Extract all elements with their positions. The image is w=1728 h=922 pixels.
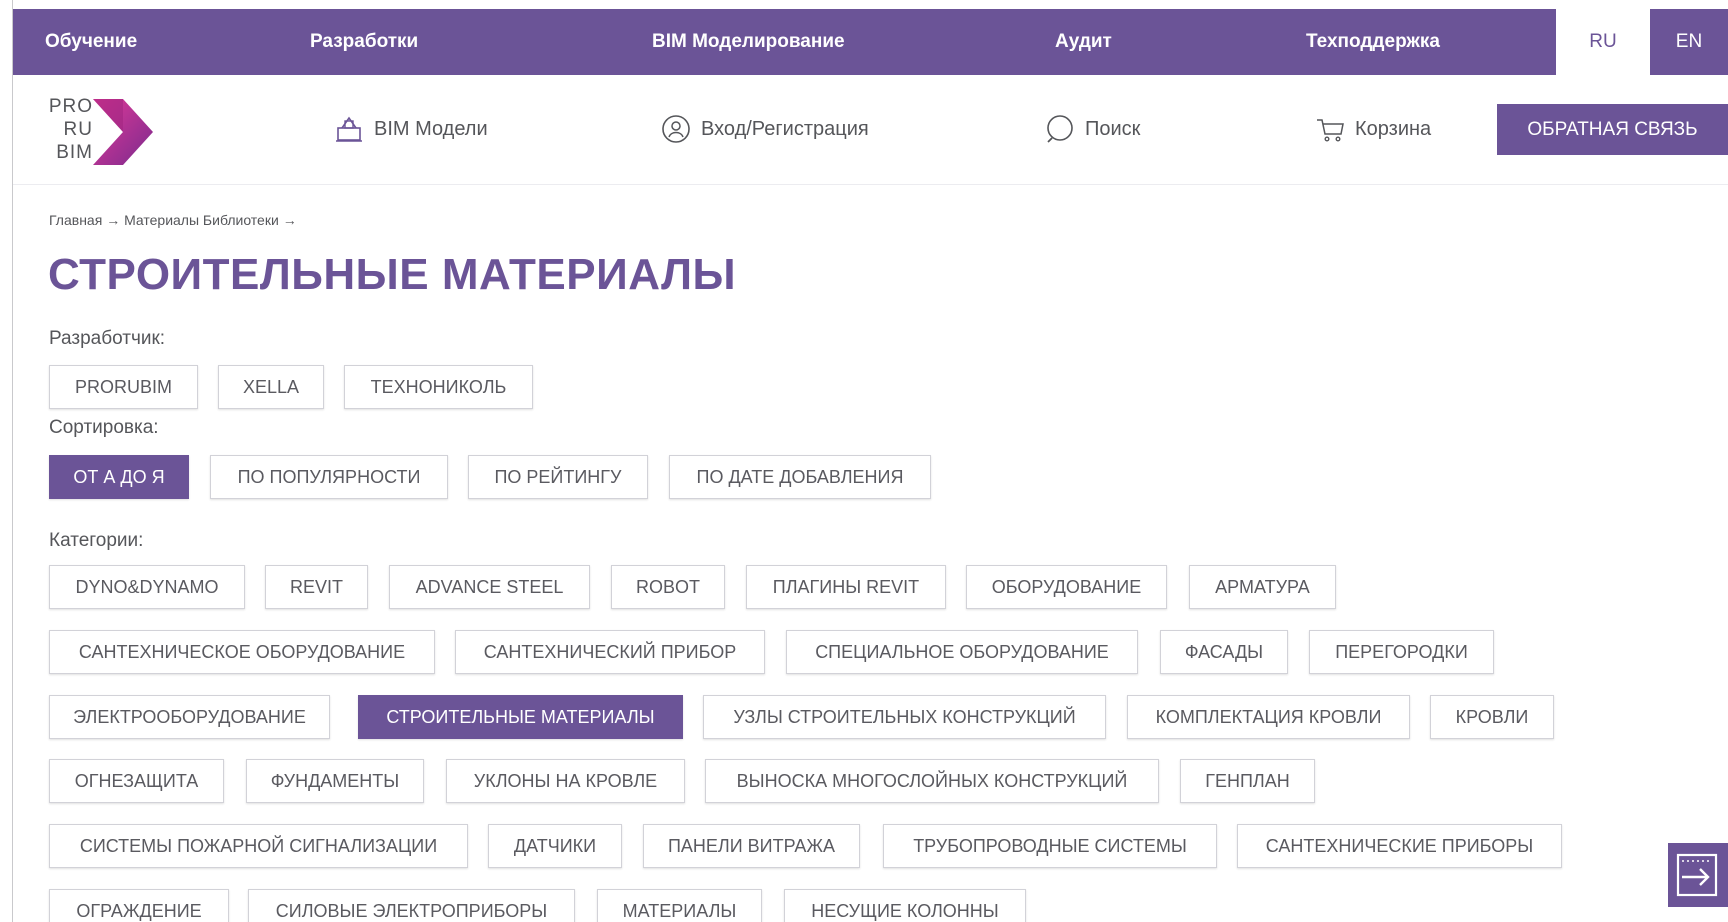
nav-item-support[interactable]: Техподдержка [1306, 9, 1440, 75]
category-chip[interactable]: DYNO&DYNAMO [49, 565, 245, 609]
feedback-button[interactable]: ОБРАТНАЯ СВЯЗЬ [1497, 104, 1728, 155]
breadcrumb-separator: → [106, 212, 121, 228]
sort-chip-date[interactable]: ПО ДАТЕ ДОБАВЛЕНИЯ [669, 455, 931, 499]
category-chip[interactable]: ФУНДАМЕНТЫ [246, 759, 424, 803]
nav-item-developments[interactable]: Разработки [310, 9, 418, 75]
category-chip[interactable]: ROBOT [611, 565, 725, 609]
category-chip[interactable]: ADVANCE STEEL [389, 565, 590, 609]
breadcrumb-library[interactable]: Материалы Библиотеки [124, 212, 279, 228]
developer-chip-xella[interactable]: XELLA [218, 365, 324, 409]
category-chip[interactable]: КОМПЛЕКТАЦИЯ КРОВЛИ [1127, 695, 1410, 739]
category-chip[interactable]: ТРУБОПРОВОДНЫЕ СИСТЕМЫ [883, 824, 1217, 868]
cart-link[interactable]: Корзина [1315, 111, 1431, 147]
category-chip[interactable]: ВЫНОСКА МНОГОСЛОЙНЫХ КОНСТРУКЦИЙ [705, 759, 1159, 803]
category-chip[interactable]: ЭЛЕКТРООБОРУДОВАНИЕ [49, 695, 330, 739]
user-circle-icon [662, 115, 690, 143]
category-chip[interactable]: САНТЕХНИЧЕСКИЕ ПРИБОРЫ [1237, 824, 1562, 868]
category-chip[interactable]: УЗЛЫ СТРОИТЕЛЬНЫХ КОНСТРУКЦИЙ [703, 695, 1106, 739]
developer-chip-prorubim[interactable]: PRORUBIM [49, 365, 198, 409]
logo-arrow-icon [93, 99, 153, 165]
category-chip[interactable]: REVIT [265, 565, 368, 609]
building-icon [336, 116, 362, 142]
categories-label: Категории: [49, 530, 144, 551]
search-link[interactable]: Поиск [1045, 111, 1140, 147]
category-chip[interactable]: НЕСУЩИЕ КОЛОННЫ [784, 889, 1026, 922]
category-chip[interactable]: ОГРАЖДЕНИЕ [49, 889, 229, 922]
top-nav: Обучение Разработки BIM Моделирование Ау… [13, 9, 1728, 75]
cart-label: Корзина [1355, 118, 1432, 140]
category-chip[interactable]: ДАТЧИКИ [488, 824, 622, 868]
category-chip[interactable]: ФАСАДЫ [1160, 630, 1288, 674]
breadcrumb: Главная → Материалы Библиотеки → [49, 212, 297, 228]
nav-item-audit[interactable]: Аудит [1055, 9, 1112, 75]
category-chip[interactable]: ГЕНПЛАН [1180, 759, 1315, 803]
category-chip[interactable]: МАТЕРИАЛЫ [597, 889, 762, 922]
sort-chip-rating[interactable]: ПО РЕЙТИНГУ [468, 455, 648, 499]
nav-item-bim-modeling[interactable]: BIM Моделирование [652, 9, 845, 75]
category-chip[interactable]: УКЛОНЫ НА КРОВЛЕ [446, 759, 685, 803]
category-chip[interactable]: ПЕРЕГОРОДКИ [1309, 630, 1494, 674]
page-title: СТРОИТЕЛЬНЫЕ МАТЕРИАЛЫ [48, 250, 737, 299]
search-label: Поиск [1085, 118, 1141, 140]
login-link[interactable]: Вход/Регистрация [661, 111, 869, 147]
sort-label: Сортировка: [49, 417, 159, 438]
breadcrumb-separator: → [282, 212, 297, 228]
category-chip[interactable]: СПЕЦИАЛЬНОЕ ОБОРУДОВАНИЕ [786, 630, 1138, 674]
category-chip[interactable]: ОБОРУДОВАНИЕ [966, 565, 1167, 609]
cart-icon [1317, 119, 1344, 142]
category-chip[interactable]: ПЛАГИНЫ REVIT [746, 565, 946, 609]
sort-chip-alpha[interactable]: ОТ А ДО Я [49, 455, 189, 499]
category-chip[interactable]: САНТЕХНИЧЕСКОЕ ОБОРУДОВАНИЕ [49, 630, 435, 674]
floating-exit-button[interactable] [1668, 843, 1728, 907]
developer-chip-tekhnonikol[interactable]: ТЕХНОНИКОЛЬ [344, 365, 533, 409]
category-chip[interactable]: АРМАТУРА [1189, 565, 1336, 609]
site-header: PRO RU BIM BIM Модели Вход/Регистрация П… [13, 75, 1728, 185]
logo[interactable]: PRO RU BIM [47, 95, 167, 175]
category-chip-selected[interactable]: СТРОИТЕЛЬНЫЕ МАТЕРИАЛЫ [358, 695, 683, 739]
bim-models-label: BIM Модели [374, 118, 488, 140]
window-edge [0, 0, 13, 922]
lang-ru-button[interactable]: RU [1556, 9, 1650, 75]
exit-arrow-icon [1676, 853, 1718, 897]
category-chip[interactable]: ОГНЕЗАЩИТА [49, 759, 224, 803]
category-chip[interactable]: СИСТЕМЫ ПОЖАРНОЙ СИГНАЛИЗАЦИИ [49, 824, 468, 868]
breadcrumb-home[interactable]: Главная [49, 212, 102, 228]
nav-item-education[interactable]: Обучение [45, 9, 137, 75]
search-icon [1047, 115, 1073, 143]
developer-label: Разработчик: [49, 328, 166, 349]
category-chip[interactable]: КРОВЛИ [1430, 695, 1554, 739]
login-label: Вход/Регистрация [701, 118, 869, 140]
category-chip[interactable]: СИЛОВЫЕ ЭЛЕКТРОПРИБОРЫ [248, 889, 575, 922]
category-chip[interactable]: САНТЕХНИЧЕСКИЙ ПРИБОР [455, 630, 765, 674]
category-chip[interactable]: ПАНЕЛИ ВИТРАЖА [643, 824, 860, 868]
lang-en-button[interactable]: EN [1650, 9, 1728, 75]
bim-models-link[interactable]: BIM Модели [334, 111, 488, 147]
sort-chip-popularity[interactable]: ПО ПОПУЛЯРНОСТИ [210, 455, 448, 499]
